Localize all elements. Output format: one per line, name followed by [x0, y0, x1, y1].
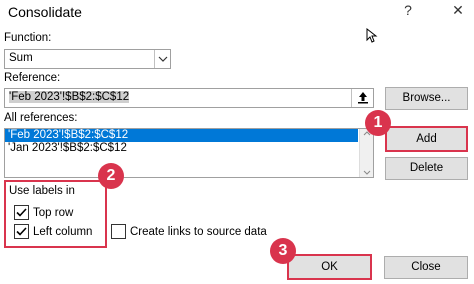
collapse-dialog-button[interactable] — [351, 89, 373, 107]
all-references-label: All references: — [4, 112, 78, 124]
function-value: Sum — [9, 52, 33, 64]
function-dropdown[interactable]: Sum — [4, 49, 171, 69]
use-labels-label: Use labels in — [9, 185, 75, 197]
close-button[interactable]: Close — [384, 256, 468, 279]
dialog-title: Consolidate — [8, 4, 82, 20]
list-item[interactable]: 'Jan 2023'!$B$2:$C$12 — [5, 142, 373, 155]
reference-value: 'Feb 2023'!$B$2:$C$12 — [9, 91, 130, 103]
list-item[interactable]: 'Feb 2023'!$B$2:$C$12 — [5, 129, 358, 142]
checkbox-unchecked-icon — [111, 224, 126, 239]
checkbox-checked-icon — [14, 224, 29, 239]
add-button[interactable]: Add — [385, 126, 468, 152]
ok-button[interactable]: OK — [287, 254, 372, 280]
function-label: Function: — [4, 32, 52, 44]
create-links-label: Create links to source data — [130, 225, 267, 238]
callout-marker-3: 3 — [270, 238, 296, 264]
left-column-checkbox[interactable]: Left column — [14, 224, 92, 239]
browse-button[interactable]: Browse... — [385, 87, 468, 110]
create-links-checkbox[interactable]: Create links to source data — [111, 224, 267, 239]
help-button[interactable]: ? — [398, 2, 418, 18]
checkbox-checked-icon — [14, 205, 29, 220]
list-scrollbar[interactable] — [359, 129, 373, 177]
callout-marker-1: 1 — [365, 110, 391, 136]
dropdown-arrow[interactable] — [154, 50, 170, 68]
top-row-label: Top row — [33, 206, 74, 219]
reference-input[interactable]: 'Feb 2023'!$B$2:$C$12 — [4, 88, 374, 108]
close-window-button[interactable]: ✕ — [448, 2, 468, 19]
chevron-down-icon — [158, 56, 168, 62]
reference-label: Reference: — [4, 72, 61, 84]
references-list[interactable]: 'Feb 2023'!$B$2:$C$12 'Jan 2023'!$B$2:$C… — [4, 128, 374, 178]
scroll-arrows-icon — [363, 131, 371, 175]
collapse-arrow-icon — [358, 92, 368, 104]
left-column-label: Left column — [33, 225, 93, 238]
top-row-checkbox[interactable]: Top row — [14, 205, 73, 220]
callout-marker-2: 2 — [98, 163, 124, 189]
delete-button[interactable]: Delete — [385, 157, 468, 180]
mouse-cursor-icon — [366, 28, 378, 43]
